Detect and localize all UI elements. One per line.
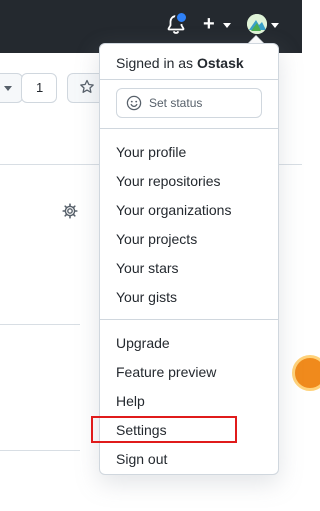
menu-item-your-stars[interactable]: Your stars	[116, 259, 179, 277]
create-dropdown-caret-icon[interactable]	[223, 23, 231, 28]
watch-caret-icon	[4, 86, 12, 91]
menu-item-your-profile[interactable]: Your profile	[116, 143, 186, 161]
settings-highlight-box	[91, 416, 237, 443]
menu-item-sign-out[interactable]: Sign out	[116, 450, 167, 468]
sidebar-divider	[0, 324, 80, 325]
menu-item-feature-preview[interactable]: Feature preview	[116, 363, 216, 381]
menu-divider	[100, 128, 278, 129]
watch-count: 1	[36, 80, 44, 95]
menu-divider	[100, 319, 278, 320]
menu-item-your-organizations[interactable]: Your organizations	[116, 201, 231, 219]
menu-item-your-projects[interactable]: Your projects	[116, 230, 197, 248]
dropdown-pointer-inner	[249, 36, 263, 43]
set-status-button[interactable]: Set status	[116, 88, 262, 118]
smiley-icon	[126, 95, 142, 111]
menu-item-upgrade[interactable]: Upgrade	[116, 334, 170, 352]
menu-item-help[interactable]: Help	[116, 392, 145, 410]
menu-divider	[100, 79, 278, 80]
plus-icon[interactable]: +	[203, 12, 215, 36]
gear-icon[interactable]	[62, 203, 78, 219]
user-menu-dropdown: Signed in as Ostask Set status Your prof…	[99, 43, 279, 475]
avatar[interactable]	[247, 14, 267, 34]
watch-dropdown-button[interactable]	[0, 73, 23, 103]
avatar-image	[247, 14, 267, 34]
signed-in-label: Signed in as	[116, 55, 194, 71]
star-icon	[80, 79, 94, 93]
sidebar-divider	[0, 450, 80, 451]
menu-item-your-repositories[interactable]: Your repositories	[116, 172, 221, 190]
notification-indicator	[175, 11, 188, 24]
menu-item-your-gists[interactable]: Your gists	[116, 288, 177, 306]
set-status-label: Set status	[149, 96, 203, 110]
floating-widget-icon[interactable]	[292, 355, 320, 391]
signed-in-username: Ostask	[196, 55, 244, 71]
watch-count-box[interactable]: 1	[21, 73, 57, 103]
signed-in-header: Signed in as Ostask	[116, 54, 244, 72]
profile-dropdown-caret-icon[interactable]	[271, 23, 279, 28]
